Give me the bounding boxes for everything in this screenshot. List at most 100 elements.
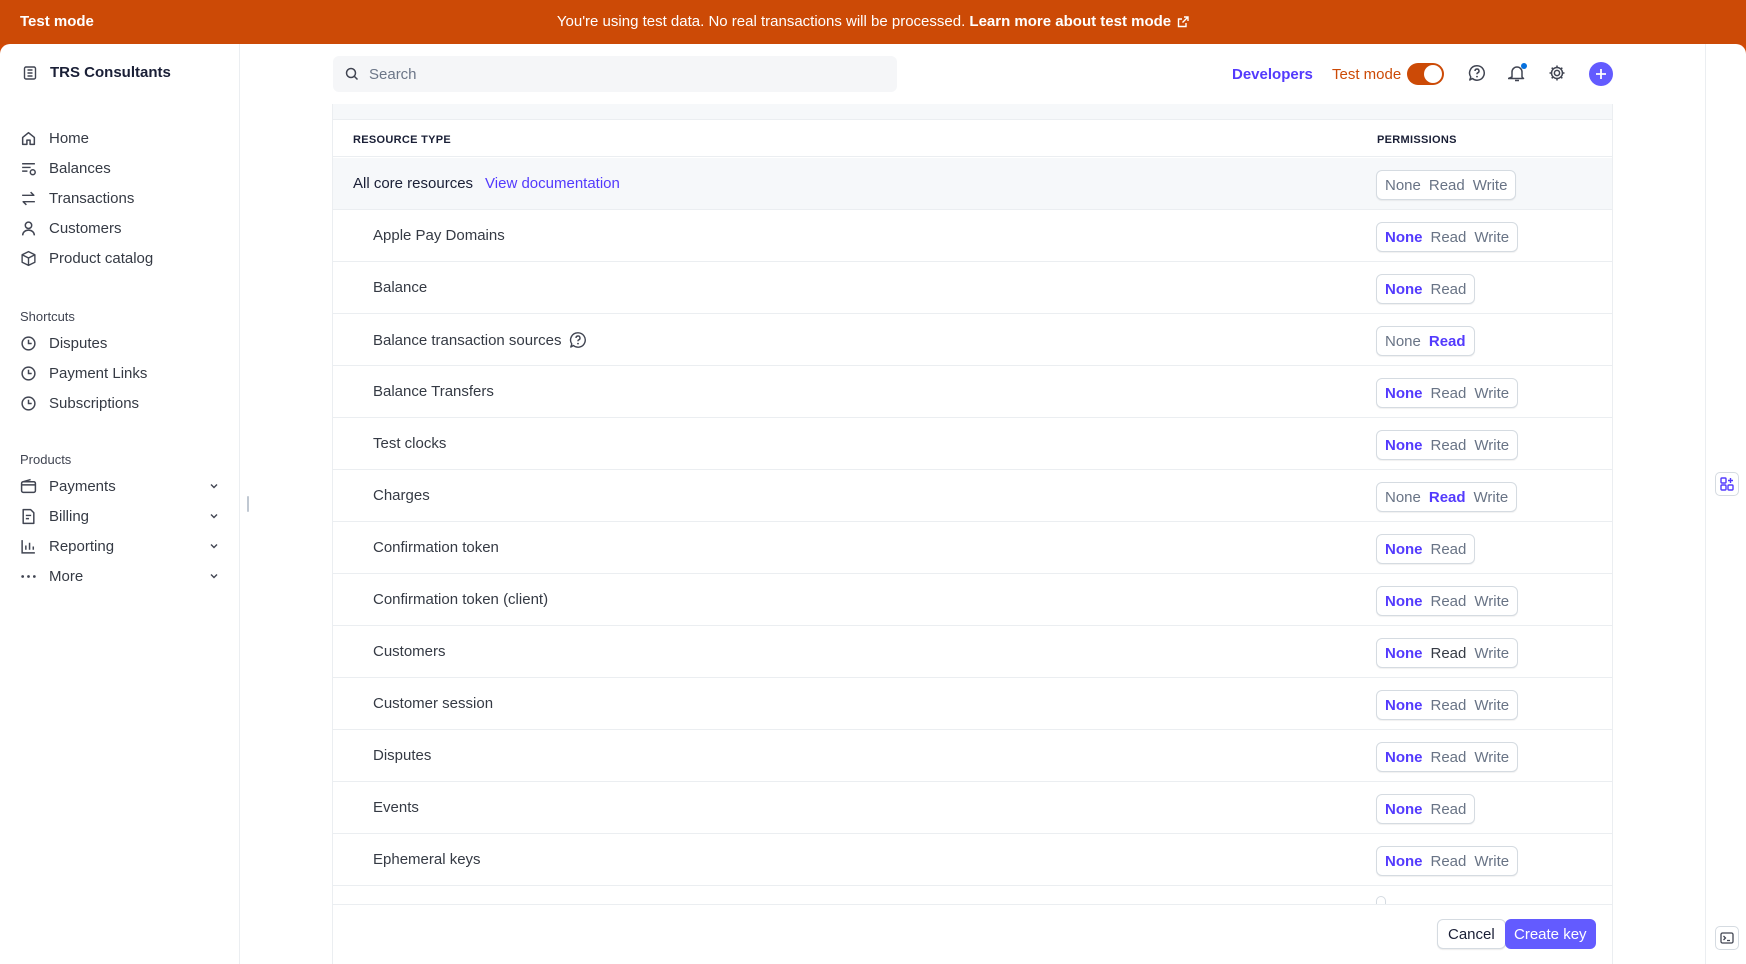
sidebar-item-label[interactable]: Transactions bbox=[49, 190, 134, 207]
permission-option-write[interactable]: Write bbox=[1470, 645, 1513, 662]
sidebar-resize-handle[interactable] bbox=[247, 496, 249, 512]
sidebar-product-reporting[interactable]: Reporting bbox=[20, 538, 220, 555]
help-icon[interactable] bbox=[569, 331, 587, 349]
apps-panel-button[interactable] bbox=[1715, 472, 1739, 496]
sidebar-shortcut-payment-links[interactable]: Payment Links bbox=[20, 365, 220, 382]
permission-option-read[interactable]: Read bbox=[1427, 749, 1471, 766]
permission-option-read[interactable]: Read bbox=[1427, 593, 1471, 610]
sidebar-item-balances[interactable]: Balances bbox=[20, 160, 220, 177]
sidebar-item-label[interactable]: Payments bbox=[49, 478, 116, 495]
permission-option-write[interactable]: Write bbox=[1469, 177, 1512, 194]
sidebar-shortcut-subscriptions[interactable]: Subscriptions bbox=[20, 395, 220, 412]
sidebar-item-product-catalog[interactable]: Product catalog bbox=[20, 250, 220, 267]
permission-option-none[interactable]: None bbox=[1381, 541, 1427, 558]
permission-option-write[interactable]: Write bbox=[1470, 749, 1513, 766]
permission-option-read[interactable]: Read bbox=[1427, 281, 1471, 298]
permission-option-read[interactable]: Read bbox=[1427, 541, 1471, 558]
permission-option-read[interactable]: Read bbox=[1425, 177, 1469, 194]
permission-segmented-control[interactable]: None Read Write bbox=[1376, 586, 1519, 616]
permission-segmented-control[interactable]: None Read bbox=[1376, 534, 1476, 564]
permission-option-none[interactable]: None bbox=[1381, 333, 1425, 350]
permission-option-none[interactable]: None bbox=[1381, 437, 1427, 454]
permission-option-write[interactable]: Write bbox=[1470, 853, 1513, 870]
permission-segmented-control[interactable]: None Read bbox=[1376, 794, 1476, 824]
permission-segmented-control[interactable]: None Read Write bbox=[1376, 846, 1519, 876]
help-icon[interactable] bbox=[1468, 64, 1486, 82]
sidebar-product-more[interactable]: More bbox=[20, 568, 220, 585]
permission-segmented-control[interactable]: None Read Write bbox=[1376, 378, 1519, 408]
permission-option-read[interactable]: Read bbox=[1427, 801, 1471, 818]
permission-option-write[interactable]: Write bbox=[1470, 437, 1513, 454]
chevron-down-icon[interactable] bbox=[208, 510, 220, 522]
permission-segmented-control[interactable]: None Read Write bbox=[1376, 690, 1519, 720]
sidebar-item-label[interactable]: Product catalog bbox=[49, 250, 153, 267]
sidebar-shortcut-disputes[interactable]: Disputes bbox=[20, 335, 220, 352]
permission-option-read[interactable]: Read bbox=[1427, 697, 1471, 714]
sidebar-item-label[interactable]: Billing bbox=[49, 508, 89, 525]
external-link-icon[interactable] bbox=[1177, 16, 1189, 28]
permission-segmented-control[interactable]: None Read Write bbox=[1376, 222, 1519, 252]
sidebar-item-customers[interactable]: Customers bbox=[20, 220, 220, 237]
create-key-button[interactable]: Create key bbox=[1505, 919, 1596, 949]
chevron-down-icon[interactable] bbox=[208, 480, 220, 492]
search-bar[interactable] bbox=[333, 56, 897, 92]
permission-segmented-control[interactable]: None Read Write bbox=[1376, 430, 1519, 460]
create-new-button[interactable] bbox=[1589, 62, 1613, 86]
shell-panel-button[interactable] bbox=[1715, 926, 1739, 950]
permission-option-read[interactable]: Read bbox=[1427, 645, 1471, 662]
permission-option-write[interactable]: Write bbox=[1470, 489, 1513, 506]
permission-option-none[interactable]: None bbox=[1381, 229, 1427, 246]
sidebar-item-label[interactable]: Disputes bbox=[49, 335, 107, 352]
resource-name: Customer session bbox=[373, 695, 493, 712]
permission-option-none[interactable]: None bbox=[1381, 645, 1427, 662]
settings-gear-icon[interactable] bbox=[1548, 64, 1566, 82]
sidebar-item-label[interactable]: Home bbox=[49, 130, 89, 147]
permission-option-read[interactable]: Read bbox=[1427, 853, 1471, 870]
permission-segmented-control[interactable]: None Read Write bbox=[1376, 170, 1517, 200]
sidebar-item-label[interactable]: Reporting bbox=[49, 538, 114, 555]
permission-segmented-control[interactable]: None Read bbox=[1376, 274, 1476, 304]
permission-option-read[interactable]: Read bbox=[1427, 229, 1471, 246]
test-mode-toggle[interactable] bbox=[1407, 63, 1444, 85]
cancel-button[interactable]: Cancel bbox=[1437, 919, 1506, 949]
view-documentation-link[interactable]: View documentation bbox=[485, 175, 620, 192]
sidebar-item-label[interactable]: Subscriptions bbox=[49, 395, 139, 412]
sidebar-product-billing[interactable]: Billing bbox=[20, 508, 220, 525]
permission-option-write[interactable]: Write bbox=[1470, 593, 1513, 610]
permission-option-read[interactable]: Read bbox=[1425, 489, 1470, 506]
permission-option-none[interactable]: None bbox=[1381, 489, 1425, 506]
sidebar-item-transactions[interactable]: Transactions bbox=[20, 190, 220, 207]
permission-option-read[interactable]: Read bbox=[1427, 385, 1471, 402]
permission-option-none[interactable]: None bbox=[1381, 593, 1427, 610]
learn-more-link-text[interactable]: Learn more about test mode bbox=[969, 13, 1171, 30]
permission-option-read[interactable]: Read bbox=[1427, 437, 1471, 454]
account-name[interactable]: TRS Consultants bbox=[50, 64, 171, 81]
permission-option-write[interactable]: Write bbox=[1470, 385, 1513, 402]
sidebar-item-home[interactable]: Home bbox=[20, 130, 220, 147]
permission-segmented-control[interactable]: None Read Write bbox=[1376, 638, 1519, 668]
permission-option-read[interactable]: Read bbox=[1425, 333, 1470, 350]
permission-option-write[interactable]: Write bbox=[1470, 229, 1513, 246]
permission-option-none[interactable]: None bbox=[1381, 281, 1427, 298]
permission-option-none[interactable]: None bbox=[1381, 749, 1427, 766]
chevron-down-icon[interactable] bbox=[208, 540, 220, 552]
permission-option-write[interactable]: Write bbox=[1470, 697, 1513, 714]
learn-more-link[interactable]: Learn more about test mode bbox=[969, 13, 1189, 30]
permission-segmented-control[interactable]: None Read bbox=[1376, 326, 1475, 356]
sidebar-item-label[interactable]: Payment Links bbox=[49, 365, 147, 382]
permission-segmented-control[interactable]: None Read Write bbox=[1376, 742, 1519, 772]
permission-option-none[interactable]: None bbox=[1381, 801, 1427, 818]
developers-link[interactable]: Developers bbox=[1232, 66, 1313, 83]
permission-option-none[interactable]: None bbox=[1381, 385, 1427, 402]
sidebar-product-payments[interactable]: Payments bbox=[20, 478, 220, 495]
account-switcher[interactable]: TRS Consultants bbox=[22, 64, 171, 81]
permission-option-none[interactable]: None bbox=[1381, 853, 1427, 870]
search-input[interactable] bbox=[369, 65, 869, 83]
chevron-down-icon[interactable] bbox=[208, 570, 220, 582]
sidebar-item-label[interactable]: More bbox=[49, 568, 83, 585]
permission-option-none[interactable]: None bbox=[1381, 177, 1425, 194]
permission-segmented-control[interactable]: None Read Write bbox=[1376, 482, 1518, 512]
permission-option-none[interactable]: None bbox=[1381, 697, 1427, 714]
sidebar-item-label[interactable]: Balances bbox=[49, 160, 111, 177]
sidebar-item-label[interactable]: Customers bbox=[49, 220, 122, 237]
